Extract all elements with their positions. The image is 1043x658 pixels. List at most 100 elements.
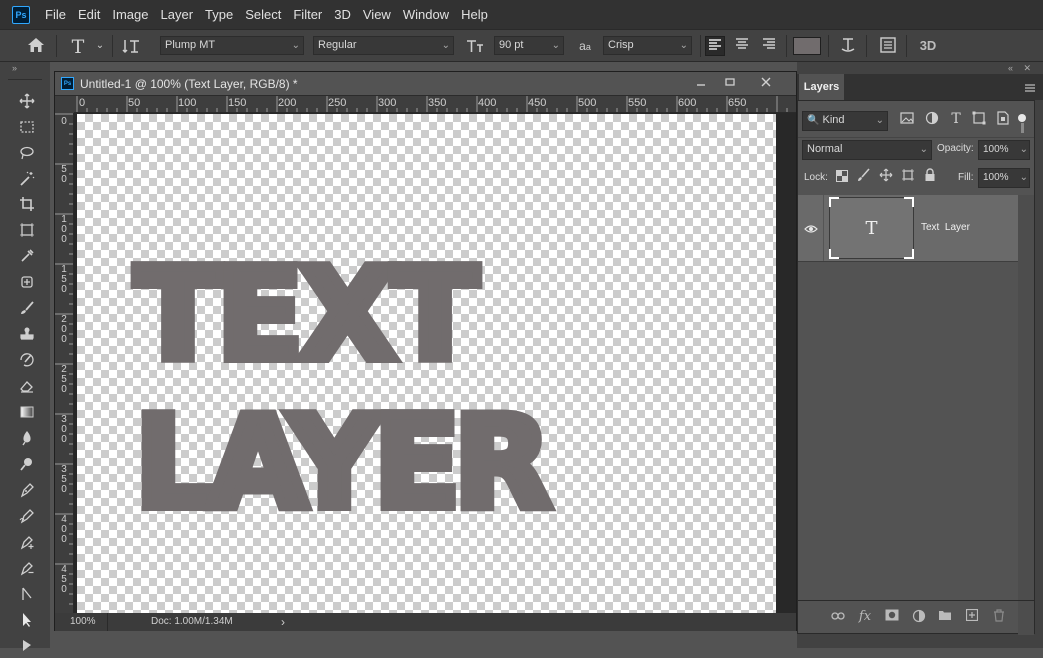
- clone-stamp-tool-icon[interactable]: [15, 326, 39, 348]
- align-center-icon[interactable]: [732, 36, 752, 56]
- menu-filter[interactable]: Filter: [287, 0, 328, 29]
- menu-edit[interactable]: Edit: [72, 0, 106, 29]
- ruler-label: 150: [61, 264, 67, 295]
- gradient-tool-icon[interactable]: [15, 404, 39, 426]
- menu-file[interactable]: File: [39, 0, 72, 29]
- menu-help[interactable]: Help: [455, 0, 494, 29]
- dodge-tool-icon[interactable]: [15, 456, 39, 478]
- filter-type-icon[interactable]: T: [946, 111, 966, 131]
- layer-thumbnail[interactable]: T: [829, 197, 914, 259]
- canvas[interactable]: TEXT LAYER: [77, 114, 776, 613]
- move-tool-icon[interactable]: [15, 93, 39, 115]
- pen-tool-icon[interactable]: [15, 482, 39, 504]
- lock-image-pixels-icon[interactable]: [854, 168, 874, 188]
- fill-input[interactable]: 100% ⌄: [978, 168, 1030, 188]
- close-button[interactable]: [751, 72, 781, 95]
- eraser-tool-icon[interactable]: [15, 378, 39, 400]
- collapse-panels-icon[interactable]: «: [1008, 63, 1013, 73]
- vertical-ruler[interactable]: 0 50 100 150 200 250 300 350 400 450: [55, 113, 74, 613]
- blur-tool-icon[interactable]: [15, 430, 39, 452]
- layer-row-text-layer[interactable]: T Text Layer: [798, 195, 1018, 261]
- direct-selection-tool-icon[interactable]: [15, 612, 39, 634]
- brush-tool-icon[interactable]: [15, 300, 39, 322]
- align-right-icon[interactable]: [759, 36, 779, 56]
- menu-image[interactable]: Image: [106, 0, 154, 29]
- font-size-icon: [465, 36, 485, 56]
- marquee-tool-icon[interactable]: [15, 119, 39, 141]
- warp-text-icon[interactable]: [838, 36, 858, 56]
- lock-all-icon[interactable]: [920, 168, 940, 188]
- layers-panel: 🔍 Kind ⌄ T Normal ⌄ Opacity: 100% ⌄ Lock:: [797, 100, 1035, 635]
- lock-transparent-pixels-icon[interactable]: [832, 168, 852, 188]
- maximize-button[interactable]: [715, 72, 745, 95]
- minimize-button[interactable]: [686, 72, 716, 95]
- home-icon[interactable]: [26, 36, 46, 56]
- font-family-select[interactable]: Plump MT ⌄: [160, 36, 304, 55]
- add-mask-icon[interactable]: [883, 609, 901, 624]
- menu-3d[interactable]: 3D: [328, 0, 357, 29]
- separator: [786, 35, 787, 57]
- chevron-down-icon[interactable]: ⌄: [90, 36, 110, 56]
- filter-shape-icon[interactable]: [969, 111, 989, 131]
- ruler-label: 450: [528, 97, 547, 109]
- collapse-panel-icon[interactable]: »: [12, 63, 17, 73]
- add-anchor-point-icon[interactable]: [15, 534, 39, 556]
- new-group-folder-icon[interactable]: [936, 609, 954, 624]
- lock-artboard-icon[interactable]: [898, 168, 918, 188]
- history-brush-tool-icon[interactable]: [15, 352, 39, 374]
- menu-layer[interactable]: Layer: [155, 0, 200, 29]
- close-panels-icon[interactable]: ✕: [1023, 63, 1031, 74]
- document-tab[interactable]: Ps Untitled-1 @ 100% (Text Layer, RGB/8)…: [55, 72, 796, 95]
- magic-wand-tool-icon[interactable]: [15, 171, 39, 193]
- 3d-icon[interactable]: 3D: [918, 36, 938, 56]
- opacity-input[interactable]: 100% ⌄: [978, 140, 1030, 160]
- text-orientation-icon[interactable]: [122, 36, 142, 56]
- ruler-corner[interactable]: [55, 96, 74, 113]
- opacity-label: Opacity:: [937, 143, 974, 154]
- lasso-tool-icon[interactable]: [15, 145, 39, 167]
- new-layer-icon[interactable]: [963, 608, 981, 624]
- type-tool-icon[interactable]: T: [68, 36, 88, 58]
- eye-icon[interactable]: [804, 221, 818, 239]
- panel-scrollbar[interactable]: [1018, 195, 1034, 635]
- font-size-select[interactable]: 90 pt ⌄: [494, 36, 564, 55]
- crop-tool-icon[interactable]: [15, 196, 39, 218]
- path-selection-tool-icon[interactable]: [15, 636, 39, 658]
- filter-smart-object-icon[interactable]: [993, 111, 1013, 131]
- filter-pixel-icon[interactable]: [897, 111, 917, 131]
- blend-mode-select[interactable]: Normal ⌄: [802, 140, 932, 160]
- adjustment-layer-icon[interactable]: [910, 609, 928, 626]
- healing-brush-tool-icon[interactable]: [15, 274, 39, 296]
- status-menu-arrow-icon[interactable]: ›: [281, 613, 285, 631]
- canvas-text-line2: LAYER: [130, 389, 556, 536]
- character-panel-icon[interactable]: [878, 36, 898, 56]
- menu-type[interactable]: Type: [199, 0, 239, 29]
- horizontal-ruler[interactable]: 0 50 100 150 200 250 300 350 400 450 500…: [74, 96, 796, 113]
- text-color-swatch[interactable]: [793, 37, 821, 55]
- delete-layer-trash-icon[interactable]: [990, 609, 1008, 625]
- freeform-pen-tool-icon[interactable]: [15, 508, 39, 530]
- menu-select[interactable]: Select: [239, 0, 287, 29]
- layer-style-fx-icon[interactable]: fx: [856, 609, 874, 624]
- lock-position-icon[interactable]: [876, 168, 896, 188]
- menu-view[interactable]: View: [357, 0, 397, 29]
- ruler-label: 600: [678, 97, 697, 109]
- frame-tool-icon[interactable]: [15, 222, 39, 244]
- align-left-icon[interactable]: [705, 36, 725, 56]
- layer-filter-select[interactable]: 🔍 Kind ⌄: [802, 111, 888, 131]
- layer-name[interactable]: Text Layer: [921, 222, 970, 233]
- delete-anchor-point-icon[interactable]: [15, 560, 39, 582]
- filter-toggle[interactable]: [1018, 114, 1026, 122]
- eyedropper-tool-icon[interactable]: [15, 248, 39, 270]
- menu-window[interactable]: Window: [397, 0, 455, 29]
- antialias-select[interactable]: Crisp ⌄: [603, 36, 692, 55]
- photoshop-logo-icon[interactable]: Ps: [12, 5, 30, 24]
- link-layers-icon[interactable]: [829, 609, 847, 624]
- zoom-level[interactable]: 100%: [70, 613, 96, 631]
- font-style-select[interactable]: Regular ⌄: [313, 36, 454, 55]
- panel-menu-icon[interactable]: [1025, 80, 1035, 98]
- convert-point-icon[interactable]: [15, 586, 39, 608]
- tab-layers[interactable]: Layers: [799, 74, 844, 100]
- filter-adjustment-icon[interactable]: [922, 111, 942, 131]
- fill-label: Fill:: [958, 172, 974, 183]
